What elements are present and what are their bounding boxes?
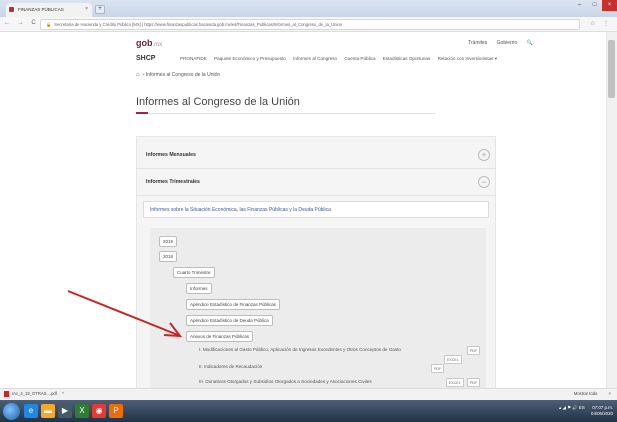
document-row[interactable]: I. Modificaciones al Gasto Público, Apli… (199, 347, 401, 352)
minimize-icon[interactable]: – (572, 0, 587, 11)
document-row[interactable]: II. Indicadores de Recaudación (199, 364, 262, 369)
tree-item-apendice-deuda[interactable]: Apéndice Estadístico de Deuda Pública (186, 315, 273, 326)
system-tray: ▴ ◢ ⚑ 🔊 ES 07:07 p.m. 04/06/2020 (559, 405, 613, 417)
address-bar-row: ← → C ⌂ 🔒 Secretaría de Hacienda y Crédit… (0, 17, 617, 32)
nav-item-estadisticas[interactable]: Estadísticas Oportunas (383, 56, 431, 61)
annotation-arrow (67, 290, 183, 338)
home-icon[interactable]: ⌂ (136, 72, 140, 78)
top-link-gobierno[interactable]: Gobierno (497, 40, 518, 46)
download-filename: IAc_4_19_OTRAS....pdf (12, 391, 57, 397)
breadcrumb: ⌂ › Informes al Congreso de la Unión (136, 72, 220, 78)
media-icon[interactable]: ▶ (58, 404, 72, 418)
nav-item-paquete[interactable]: Paquete Económico y Presupuesto (214, 56, 286, 61)
excel-download-button[interactable]: EXCEL (446, 378, 464, 387)
pdf-download-button[interactable]: PDF (467, 378, 481, 387)
nav-item-informes[interactable]: Informes al Congreso (293, 56, 337, 61)
new-tab-button[interactable]: + (95, 5, 105, 14)
page-title: Informes al Congreso de la Unión (136, 96, 300, 108)
nav-item-cuenta-publica[interactable]: Cuenta Pública (344, 56, 375, 61)
accordion-label: Informes Trimestrales (146, 179, 200, 185)
top-links: Trámites Gobierno 🔍 (468, 40, 541, 46)
browser-tab-bar: FINANZAS PÚBLICAS × + – □ × (0, 0, 617, 17)
excel-icon[interactable]: X (75, 404, 89, 418)
clock-date: 04/06/2020 (591, 411, 613, 416)
maximize-icon[interactable]: □ (587, 0, 602, 11)
top-link-tramites[interactable]: Trámites (468, 40, 487, 46)
main-nav: PRONAFIDE Paquete Económico y Presupuest… (180, 56, 503, 62)
accordion-item-mensuales[interactable]: Informes Mensuales + (136, 142, 496, 169)
expand-icon[interactable]: + (478, 149, 490, 161)
tree-item-anexos[interactable]: Anexos de Finanzas Públicas (186, 331, 254, 342)
document-row[interactable]: III. Donativos Otorgados y Subsidios Oto… (199, 379, 372, 384)
title-divider (136, 113, 436, 114)
year-2019[interactable]: 2019 (159, 236, 178, 247)
close-downloads-icon[interactable]: × (609, 391, 611, 396)
brand-shcp[interactable]: SHCP (136, 55, 155, 62)
chrome-icon[interactable]: ◉ (92, 404, 106, 418)
download-actions: Mostrar todo × (574, 391, 611, 396)
tray-icons[interactable]: ▴ ◢ ⚑ 🔊 ES (559, 405, 585, 410)
subsection-heading[interactable]: Informes sobre la Situación Económica, l… (143, 201, 489, 218)
quarter-item[interactable]: Cuarto Trimestre (173, 267, 215, 278)
year-2018[interactable]: 2018 (159, 251, 178, 262)
clock-time: 07:07 p.m. (592, 405, 613, 410)
url-text: Secretaría de Hacienda y Crédito Público… (54, 22, 343, 27)
ie-icon[interactable]: e (24, 404, 38, 418)
accordion-item-trimestrales[interactable]: Informes Trimestrales − (136, 169, 496, 196)
favicon-icon (9, 7, 14, 12)
taskbar-apps: e ▬ ▶ X ◉ P (24, 404, 123, 418)
close-window-icon[interactable]: × (602, 0, 617, 11)
arrow-shaft (67, 290, 179, 336)
gob-mx-logo[interactable]: gob.mx (136, 38, 162, 48)
nav-item-pronafide[interactable]: PRONAFIDE (180, 56, 207, 61)
pdf-download-button[interactable]: PDF (467, 346, 481, 355)
show-all-button[interactable]: Mostrar todo (574, 391, 598, 396)
window-controls: – □ × (572, 0, 617, 12)
chevron-up-icon[interactable]: ^ (62, 391, 64, 396)
taskbar: e ▬ ▶ X ◉ P ▴ ◢ ⚑ 🔊 ES 07:07 p.m. 04/06/… (0, 400, 617, 422)
accordion-label: Informes Mensuales (146, 152, 196, 158)
download-bar: IAc_4_19_OTRAS....pdf ^ Mostrar todo × (0, 388, 617, 400)
tab-title: FINANZAS PÚBLICAS (18, 7, 64, 12)
title-accent-bar (136, 112, 148, 114)
url-field[interactable]: 🔒 Secretaría de Hacienda y Crédito Públic… (40, 19, 580, 30)
nav-item-inversionistas[interactable]: Relación con Inversionistas ▾ (438, 56, 498, 61)
lock-icon: 🔒 (46, 22, 52, 27)
pdf-download-button[interactable]: PDF (431, 364, 445, 373)
browser-menu-icons[interactable]: ☆ ⋮ (590, 20, 612, 27)
powerpoint-icon[interactable]: P (109, 404, 123, 418)
close-tab-icon[interactable]: × (85, 6, 88, 12)
search-icon[interactable]: 🔍 (527, 40, 533, 46)
breadcrumb-current: › Informes al Congreso de la Unión (142, 72, 221, 78)
browser-tab[interactable]: FINANZAS PÚBLICAS × (6, 3, 92, 17)
pdf-file-icon (4, 391, 9, 397)
tree-item-apendice-finanzas[interactable]: Apéndice Estadístico de Finanzas Pública… (186, 299, 281, 310)
collapse-icon[interactable]: − (478, 176, 490, 188)
scrollbar-thumb[interactable] (608, 40, 615, 98)
download-item[interactable]: IAc_4_19_OTRAS....pdf ^ (4, 391, 64, 397)
excel-download-button[interactable]: EXCEL (444, 355, 462, 364)
folder-icon[interactable]: ▬ (41, 404, 55, 418)
start-button[interactable] (3, 403, 20, 420)
